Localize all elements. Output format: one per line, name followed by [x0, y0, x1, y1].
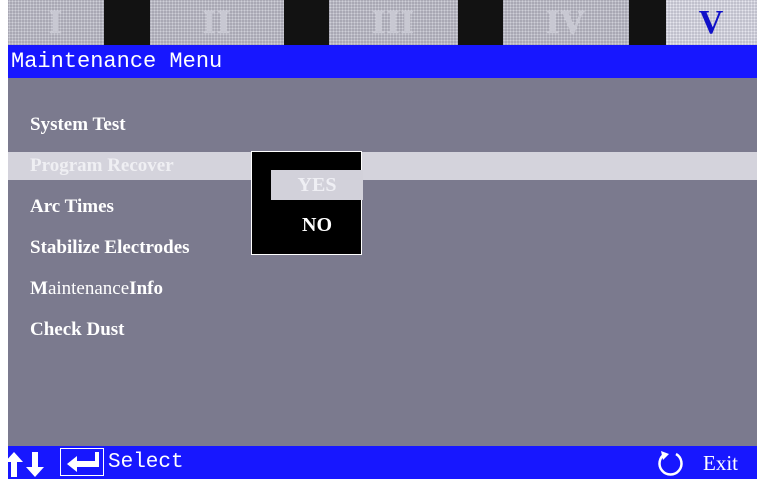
yes-option[interactable]: YES [271, 170, 363, 200]
menu-item-system-test[interactable]: System Test [8, 111, 757, 139]
menu-item-maintenance-info[interactable]: Maintenance Info [8, 275, 757, 303]
circular-arrow-icon [658, 451, 683, 476]
up-arrow-icon [8, 452, 23, 477]
tab-5[interactable]: V [666, 0, 757, 45]
tab-divider [458, 0, 503, 45]
exit-control[interactable]: Exit [655, 450, 755, 476]
select-label: Select [108, 451, 184, 474]
menu-item-check-dust[interactable]: Check Dust [8, 316, 757, 344]
tab-3[interactable]: III [329, 0, 458, 45]
down-arrow-icon [26, 452, 44, 477]
tab-strip: I II III IV V [8, 0, 757, 45]
screen: I II III IV V Maintenance Menu System Te… [8, 0, 757, 479]
tab-divider [284, 0, 329, 45]
tab-2[interactable]: II [150, 0, 284, 45]
tab-divider [629, 0, 666, 45]
exit-label: Exit [703, 451, 738, 475]
menu-item-stabilize-electrodes[interactable]: Stabilize Electrodes [8, 234, 757, 262]
confirm-popup: YES NO [251, 151, 363, 255]
up-down-arrow-icon [8, 452, 44, 477]
enter-key [60, 448, 104, 476]
tab-4[interactable]: IV [503, 0, 629, 45]
page-title: Maintenance Menu [11, 49, 223, 74]
tab-1[interactable]: I [8, 0, 104, 45]
bottom-bar: Select Exit [8, 446, 757, 479]
title-bar: Maintenance Menu [8, 45, 757, 78]
enter-icon [67, 452, 99, 472]
menu-item-arc-times[interactable]: Arc Times [8, 193, 757, 221]
tab-divider [104, 0, 150, 45]
menu-item-program-recover[interactable]: Program Recover [8, 152, 757, 180]
no-option[interactable]: NO [271, 210, 363, 240]
